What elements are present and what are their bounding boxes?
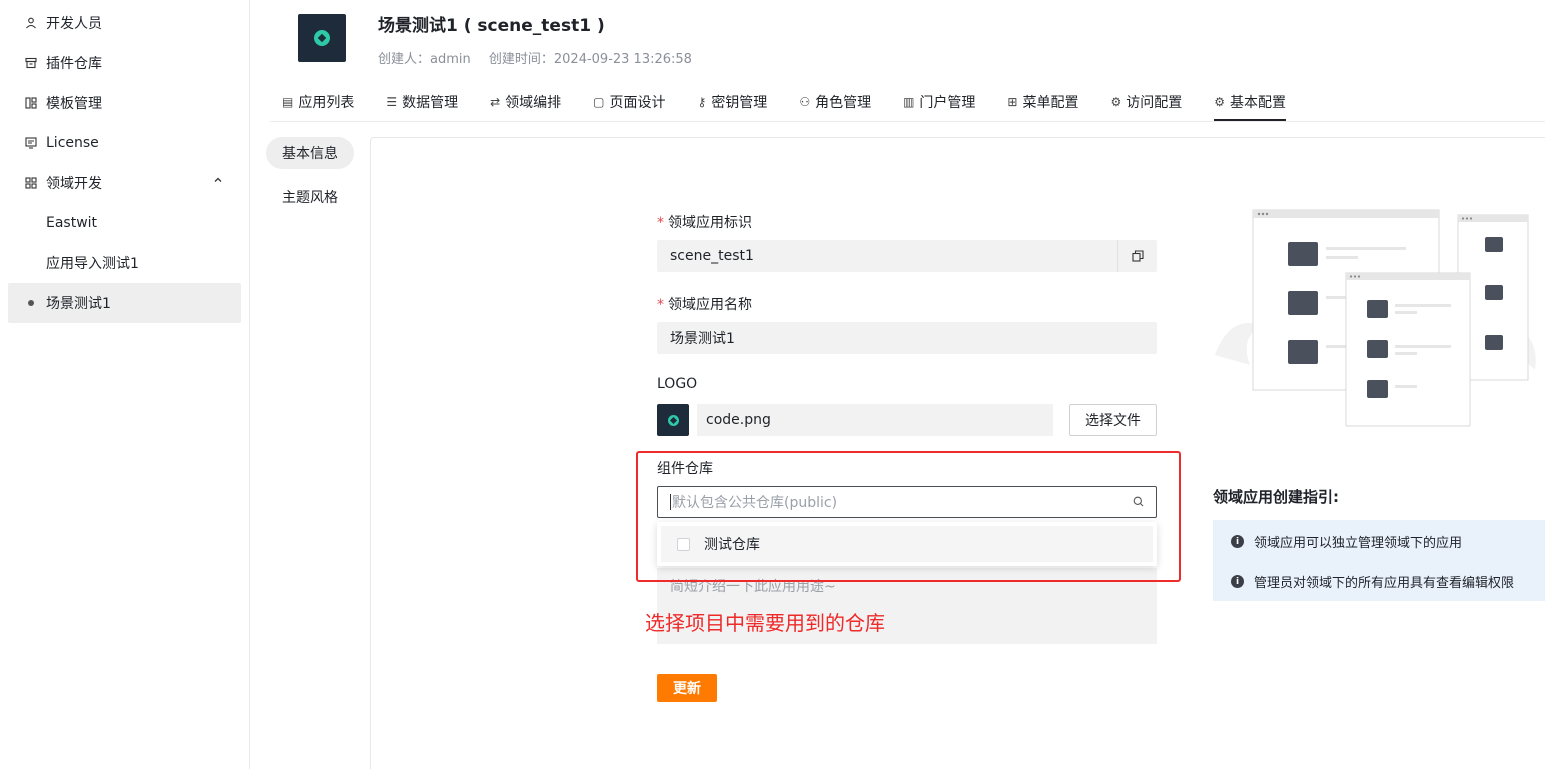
chevron-up-icon[interactable] xyxy=(213,175,223,188)
tab-app-list[interactable]: ▤ 应用列表 xyxy=(282,84,354,120)
guide-item: i 领域应用可以独立管理领域下的应用 xyxy=(1231,532,1462,551)
sidebar-item-label: 应用导入测试1 xyxy=(46,256,139,272)
creator-text: 创建人：admin xyxy=(378,52,471,67)
info-icon: i xyxy=(1231,535,1244,548)
sidebar-item-template[interactable]: 模板管理 xyxy=(8,83,241,123)
sidebar-item-developers[interactable]: 开发人员 xyxy=(8,3,241,43)
sidebar-item-domain-dev[interactable]: 领域开发 xyxy=(8,163,241,203)
sidebar-item-import-test[interactable]: 应用导入测试1 xyxy=(8,243,241,283)
sidebar-item-label: 开发人员 xyxy=(46,16,102,32)
menu-grid-icon: ⊞ xyxy=(1007,95,1018,109)
gear-icon: ⚙ xyxy=(1110,95,1122,109)
archive-icon xyxy=(24,56,38,70)
windows-illustration xyxy=(1215,209,1536,427)
flow-icon: ⇄ xyxy=(490,95,501,109)
code-logo-icon xyxy=(667,414,679,426)
field-value: 场景测试1 xyxy=(670,331,735,347)
domain-name-field[interactable]: 场景测试1 xyxy=(657,322,1157,354)
settings-icon: ⚙ xyxy=(1214,95,1226,109)
tab-bar: ▤ 应用列表 ☰ 数据管理 ⇄ 领域编排 ▢ 页面设计 ⚷ 密钥管理 ⚇ 角色管理 ▥ 门户管… xyxy=(282,84,1318,122)
page: 开发人员 插件仓库 模板管理 License 领域开发 Eastwit 应用导入… xyxy=(0,0,1545,769)
template-icon xyxy=(24,96,38,110)
role-icon: ⚇ xyxy=(799,95,811,109)
domain-id-field[interactable]: scene_test1 xyxy=(657,240,1157,272)
tab-label: 门户管理 xyxy=(919,95,976,111)
page-design-icon: ▢ xyxy=(593,95,605,109)
sidebar-item-label: 模板管理 xyxy=(46,96,102,112)
sidebar-item-label: License xyxy=(46,135,99,151)
tab-label: 访问配置 xyxy=(1126,95,1183,111)
subnav-theme-style[interactable]: 主题风格 xyxy=(266,181,354,213)
database-icon: ☰ xyxy=(386,95,398,109)
sidebar-item-plugin-repo[interactable]: 插件仓库 xyxy=(8,43,241,83)
sidebar-item-label: 场景测试1 xyxy=(46,296,111,312)
subnav-basic-info[interactable]: 基本信息 xyxy=(266,137,354,169)
tab-label: 领域编排 xyxy=(505,95,562,111)
key-icon: ⚷ xyxy=(697,95,707,109)
active-dot-icon xyxy=(28,300,34,306)
created-time-text: 创建时间：2024-09-23 13:26:58 xyxy=(488,52,692,67)
sidebar-item-license[interactable]: License xyxy=(8,123,241,163)
tab-domain-orchestration[interactable]: ⇄ 领域编排 xyxy=(490,84,561,120)
copy-icon[interactable] xyxy=(1117,240,1157,272)
code-logo-icon xyxy=(314,30,330,46)
info-icon: i xyxy=(1231,575,1244,588)
logo-file-field[interactable]: code.png xyxy=(697,404,1053,436)
guide-title: 领域应用创建指引: xyxy=(1213,488,1339,506)
tab-access-config[interactable]: ⚙ 访问配置 xyxy=(1110,84,1182,120)
guide-item-text: 领域应用可以独立管理领域下的应用 xyxy=(1254,536,1463,551)
app-logo xyxy=(298,14,346,62)
guide-box: i 领域应用可以独立管理领域下的应用 i 管理员对领域下的所有应用具有查看编辑权… xyxy=(1213,520,1545,601)
domain-id-label: * 领域应用标识 xyxy=(657,215,752,231)
tab-data-management[interactable]: ☰ 数据管理 xyxy=(386,84,458,120)
label-text: 领域应用标识 xyxy=(668,215,752,231)
annotation-text: 选择项目中需要用到的仓库 xyxy=(645,611,885,635)
guide-item: i 管理员对领域下的所有应用具有查看编辑权限 xyxy=(1231,572,1514,591)
label-text: 领域应用名称 xyxy=(668,297,752,313)
tab-divider xyxy=(270,121,1545,122)
sidebar-item-label: Eastwit xyxy=(46,215,98,231)
tab-key-management[interactable]: ⚷ 密钥管理 xyxy=(698,84,768,120)
tab-label: 密钥管理 xyxy=(711,95,768,111)
tab-label: 数据管理 xyxy=(402,95,459,111)
choose-file-button[interactable]: 选择文件 xyxy=(1069,404,1157,436)
license-icon xyxy=(24,136,38,150)
portal-icon: ▥ xyxy=(903,95,915,109)
logo-label: LOGO xyxy=(657,376,698,392)
tab-label: 基本配置 xyxy=(1230,95,1287,111)
tab-label: 菜单配置 xyxy=(1022,95,1079,111)
tab-role-management[interactable]: ⚇ 角色管理 xyxy=(799,84,871,120)
domain-name-label: * 领域应用名称 xyxy=(657,297,752,313)
field-value: scene_test1 xyxy=(670,248,754,264)
app-meta: 创建人：admin 创建时间：2024-09-23 13:26:58 xyxy=(378,48,706,67)
sidebar-item-eastwit[interactable]: Eastwit xyxy=(8,203,241,243)
tab-label: 应用列表 xyxy=(298,95,355,111)
tab-menu-config[interactable]: ⊞ 菜单配置 xyxy=(1007,84,1078,120)
app-list-icon: ▤ xyxy=(282,95,294,109)
sidebar-item-scene-test[interactable]: 场景测试1 xyxy=(8,283,241,323)
tab-portal-management[interactable]: ▥ 门户管理 xyxy=(903,84,975,120)
guide-item-text: 管理员对领域下的所有应用具有查看编辑权限 xyxy=(1254,576,1515,591)
sidebar: 开发人员 插件仓库 模板管理 License 领域开发 Eastwit 应用导入… xyxy=(0,0,250,769)
tab-basic-config[interactable]: ⚙ 基本配置 xyxy=(1214,84,1287,121)
user-icon xyxy=(24,16,38,30)
sidebar-item-label: 插件仓库 xyxy=(46,56,102,72)
tab-page-design[interactable]: ▢ 页面设计 xyxy=(593,84,665,120)
page-title: 场景测试1 ( scene_test1 ) xyxy=(378,16,605,36)
sidebar-item-label: 领域开发 xyxy=(46,176,102,192)
tab-label: 页面设计 xyxy=(609,95,666,111)
logo-preview xyxy=(657,404,689,436)
grid-icon xyxy=(24,176,38,190)
update-button[interactable]: 更新 xyxy=(657,674,717,702)
annotation-highlight-box xyxy=(636,451,1181,582)
tab-label: 角色管理 xyxy=(815,95,872,111)
